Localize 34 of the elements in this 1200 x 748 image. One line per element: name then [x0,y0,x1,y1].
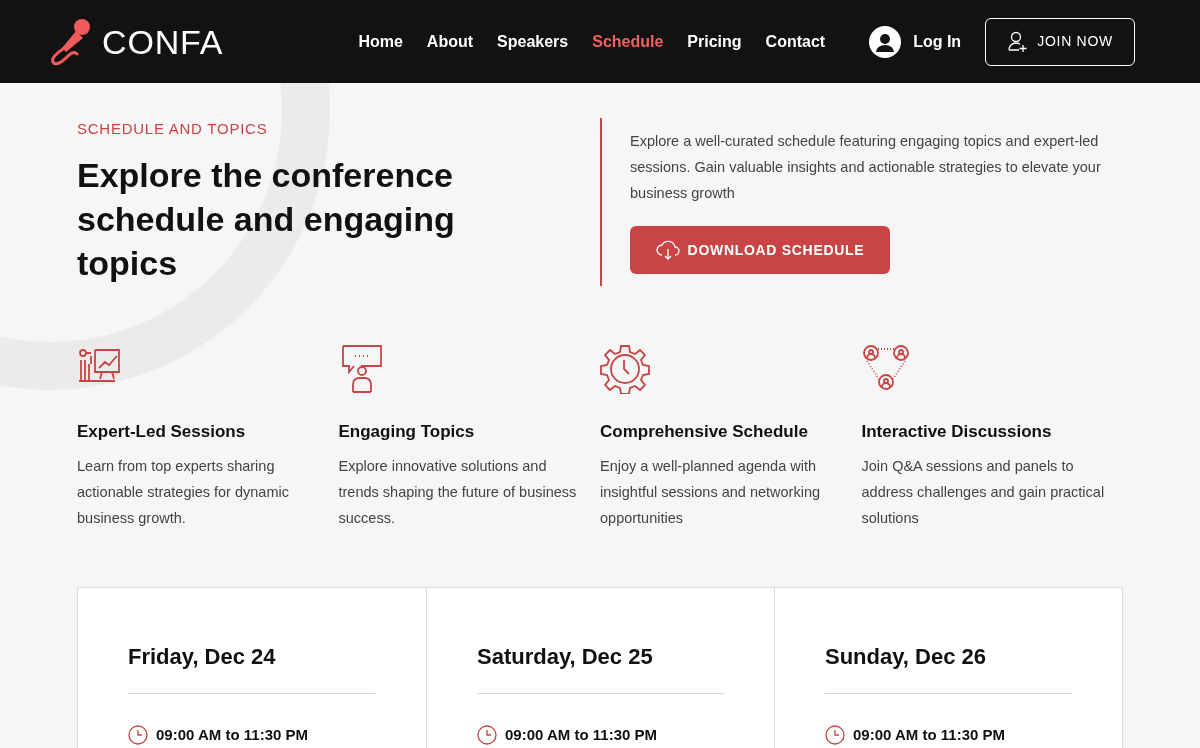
feature-title: Expert-Led Sessions [77,421,247,443]
feature-title: Engaging Topics [338,421,476,443]
day-title: Saturday, Dec 25 [477,642,654,671]
feature-description: Join Q&A sessions and panels to address challenges and gain practical solutions [861,456,1106,528]
gear-clock-icon [600,344,650,394]
hero-heading: Explore the conference schedule and engaging topics [77,154,456,284]
join-now-button[interactable]: JOIN NOW [985,17,1136,66]
session-time: 09:00 AM to 11:30 PM [505,724,657,745]
logo-text: CONFA [102,24,224,59]
day-title: Sunday, Dec 26 [825,642,987,671]
download-schedule-button[interactable]: DOWNLOAD SCHEDULE [630,226,890,274]
cloud-download-icon [655,239,680,261]
feature-title: Interactive Discussions [861,421,1053,443]
hero-description: Explore a well-curated schedule featuring engaging topics and expert-led sessions. Gain valuable insights and actionable strategies to elevate your business growth [630,132,1102,203]
nav-link[interactable]: Home [358,29,403,54]
user-avatar-icon [869,25,902,58]
clock-icon [825,724,845,745]
nav-link[interactable]: Pricing [687,29,742,54]
nav-link[interactable]: Contact [765,29,826,54]
nav-link[interactable]: Speakers [497,29,569,54]
feature-description: Enjoy a well-planned agenda with insightful sessions and networking opportunities [600,456,822,528]
clock-icon [477,724,497,745]
session-time: 09:00 AM to 11:30 PM [853,724,1005,745]
session-time: 09:00 AM to 11:30 PM [156,724,308,745]
feature-title: Comprehensive Schedule [600,421,809,443]
day-title: Friday, Dec 24 [128,642,277,671]
add-user-icon [1007,30,1030,53]
nav-link[interactable]: About [426,29,474,54]
feature-description: Explore innovative solutions and trends shaping the future of business success. [338,456,578,528]
login-link[interactable]: Log In [913,29,962,54]
nav-link[interactable]: Schedule [592,29,664,54]
clock-icon [128,724,148,745]
feature-description: Learn from top experts sharing actionable strategies for dynamic business growth. [77,456,290,528]
section-eyebrow: SCHEDULE AND TOPICS [77,119,269,139]
